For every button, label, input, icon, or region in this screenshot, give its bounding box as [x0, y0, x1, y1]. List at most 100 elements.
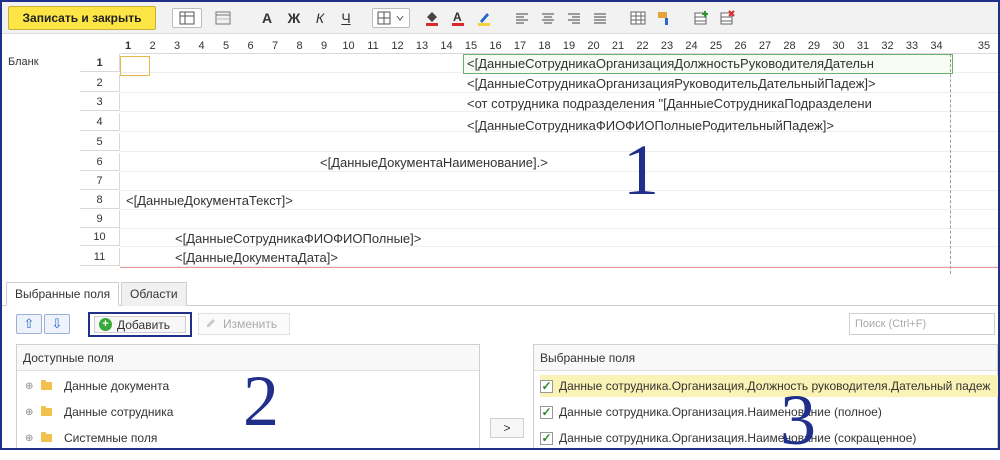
column-number[interactable]: 29	[802, 40, 826, 52]
column-number[interactable]: 24	[680, 40, 704, 52]
tree-item-system-fields[interactable]: ⊕ Системные поля	[25, 428, 157, 448]
transfer-button[interactable]: >	[490, 418, 524, 438]
column-number[interactable]: 15	[459, 40, 483, 52]
cell-r11-c3[interactable]: <[ДанныеДокументаДата]>	[175, 250, 338, 265]
row-number[interactable]: 3	[80, 93, 120, 111]
row-number[interactable]: 4	[80, 113, 120, 131]
row-number[interactable]: 11	[80, 248, 120, 266]
column-number[interactable]: 16	[484, 40, 508, 52]
row-number[interactable]: 6	[80, 153, 120, 171]
save-and-close-button[interactable]: Записать и закрыть	[8, 6, 156, 30]
grid-view-icon[interactable]	[172, 8, 202, 28]
checkbox-checked-icon[interactable]: ✓	[540, 405, 553, 419]
expand-icon[interactable]: ⊕	[25, 433, 35, 444]
column-number[interactable]: 25	[704, 40, 728, 52]
column-number[interactable]: 7	[263, 40, 287, 52]
column-number[interactable]: 31	[851, 40, 875, 52]
column-number[interactable]: 8	[288, 40, 312, 52]
move-up-button[interactable]: ⇧	[16, 314, 42, 334]
column-number[interactable]: 26	[729, 40, 753, 52]
selected-field-item[interactable]: ✓ Данные сотрудника.Организация.Наименов…	[540, 401, 1000, 423]
text-color-icon[interactable]: A	[448, 8, 468, 28]
move-down-button[interactable]: ⇩	[44, 314, 70, 334]
column-number[interactable]: 21	[606, 40, 630, 52]
font-size-icon[interactable]: А	[257, 8, 277, 28]
plus-icon: +	[99, 318, 112, 331]
cell-r6-c9[interactable]: <[ДанныеДокументаНаименование].>	[320, 155, 548, 170]
column-number[interactable]: 18	[533, 40, 557, 52]
column-number[interactable]: 1	[116, 40, 140, 52]
add-row-icon[interactable]	[692, 8, 712, 28]
align-center-icon[interactable]	[538, 8, 558, 28]
align-right-icon[interactable]	[564, 8, 584, 28]
row-gridline	[120, 190, 998, 191]
cell-r1-c15[interactable]: <[ДанныеСотрудникаОрганизацияДолжностьРу…	[467, 56, 874, 71]
cell-r2-c15[interactable]: <[ДанныеСотрудникаОрганизацияРуководител…	[467, 76, 876, 91]
column-number[interactable]: 27	[753, 40, 777, 52]
delete-row-icon[interactable]	[718, 8, 738, 28]
tree-item-employee-data[interactable]: ⊕ Данные сотрудника	[25, 402, 173, 422]
italic-icon[interactable]: К	[310, 8, 330, 28]
row-number[interactable]: 10	[80, 228, 120, 246]
fill-color-icon[interactable]	[422, 8, 442, 28]
table-settings-icon[interactable]	[210, 8, 236, 28]
column-number[interactable]: 12	[386, 40, 410, 52]
column-number[interactable]: 33	[900, 40, 924, 52]
tab-areas[interactable]: Области	[121, 282, 187, 306]
column-number[interactable]: 30	[827, 40, 851, 52]
column-number[interactable]: 2	[141, 40, 165, 52]
column-number[interactable]: 9	[312, 40, 336, 52]
row-number[interactable]: 9	[80, 210, 120, 228]
row-number[interactable]: 5	[80, 133, 120, 151]
column-number[interactable]: 34	[925, 40, 949, 52]
checkbox-checked-icon[interactable]: ✓	[540, 379, 553, 393]
row-number[interactable]: 2	[80, 74, 120, 92]
selected-cell[interactable]	[120, 56, 150, 76]
column-number[interactable]: 17	[508, 40, 532, 52]
tree-item-document-data[interactable]: ⊕ Данные документа	[25, 376, 169, 396]
align-left-icon[interactable]	[512, 8, 532, 28]
selected-field-item[interactable]: ✓ Данные сотрудника.Организация.Наименов…	[540, 427, 1000, 449]
bold-icon[interactable]: Ж	[284, 8, 304, 28]
merge-cells-icon[interactable]	[628, 8, 648, 28]
column-number[interactable]: 3	[165, 40, 189, 52]
column-number[interactable]: 13	[410, 40, 434, 52]
row-gridline	[120, 228, 998, 229]
column-number[interactable]: 35	[972, 40, 996, 52]
row-number[interactable]: 8	[80, 191, 120, 209]
cell-r3-c15[interactable]: <от сотрудника подразделения "[ДанныеСот…	[467, 96, 872, 111]
folder-icon	[41, 406, 52, 416]
highlighter-icon[interactable]	[474, 8, 494, 28]
template-sheet[interactable]: 1 2 3 4 5 6 7 8 9 10 11 12 13 14 15 16 17 18 19 20 21 22 23 24 2…	[2, 36, 998, 274]
column-number[interactable]: 32	[876, 40, 900, 52]
column-number[interactable]: 20	[582, 40, 606, 52]
cell-r10-c3[interactable]: <[ДанныеСотрудникаФИОФИОПолные]>	[175, 231, 421, 246]
justify-icon[interactable]	[590, 8, 610, 28]
column-number[interactable]: 4	[190, 40, 214, 52]
column-number[interactable]: 28	[778, 40, 802, 52]
expand-icon[interactable]: ⊕	[25, 407, 35, 418]
column-number[interactable]: 10	[337, 40, 361, 52]
arrow-down-icon: ⇩	[51, 316, 63, 331]
checkbox-checked-icon[interactable]: ✓	[540, 431, 553, 445]
add-button-highlight: + Добавить	[88, 312, 192, 337]
row-number[interactable]: 7	[80, 172, 120, 190]
tab-selected-fields[interactable]: Выбранные поля	[6, 282, 120, 306]
add-button[interactable]: + Добавить	[94, 316, 186, 333]
column-number[interactable]: 23	[655, 40, 679, 52]
column-number[interactable]: 5	[214, 40, 238, 52]
column-number[interactable]: 19	[557, 40, 581, 52]
column-number[interactable]: 11	[361, 40, 385, 52]
search-input[interactable]: Поиск (Ctrl+F)	[849, 313, 995, 335]
row-number[interactable]: 1	[80, 54, 120, 72]
column-number[interactable]: 6	[239, 40, 263, 52]
selected-field-item[interactable]: ✓ Данные сотрудника.Организация.Должност…	[540, 375, 1000, 397]
column-number[interactable]: 22	[631, 40, 655, 52]
expand-icon[interactable]: ⊕	[25, 381, 35, 392]
edit-button[interactable]: Изменить	[198, 313, 290, 335]
underline-icon[interactable]: Ч	[336, 8, 356, 28]
borders-icon[interactable]	[372, 8, 410, 28]
format-painter-icon[interactable]	[654, 8, 674, 28]
cell-r8-c1[interactable]: <[ДанныеДокументаТекст]>	[126, 193, 293, 208]
column-number[interactable]: 14	[435, 40, 459, 52]
